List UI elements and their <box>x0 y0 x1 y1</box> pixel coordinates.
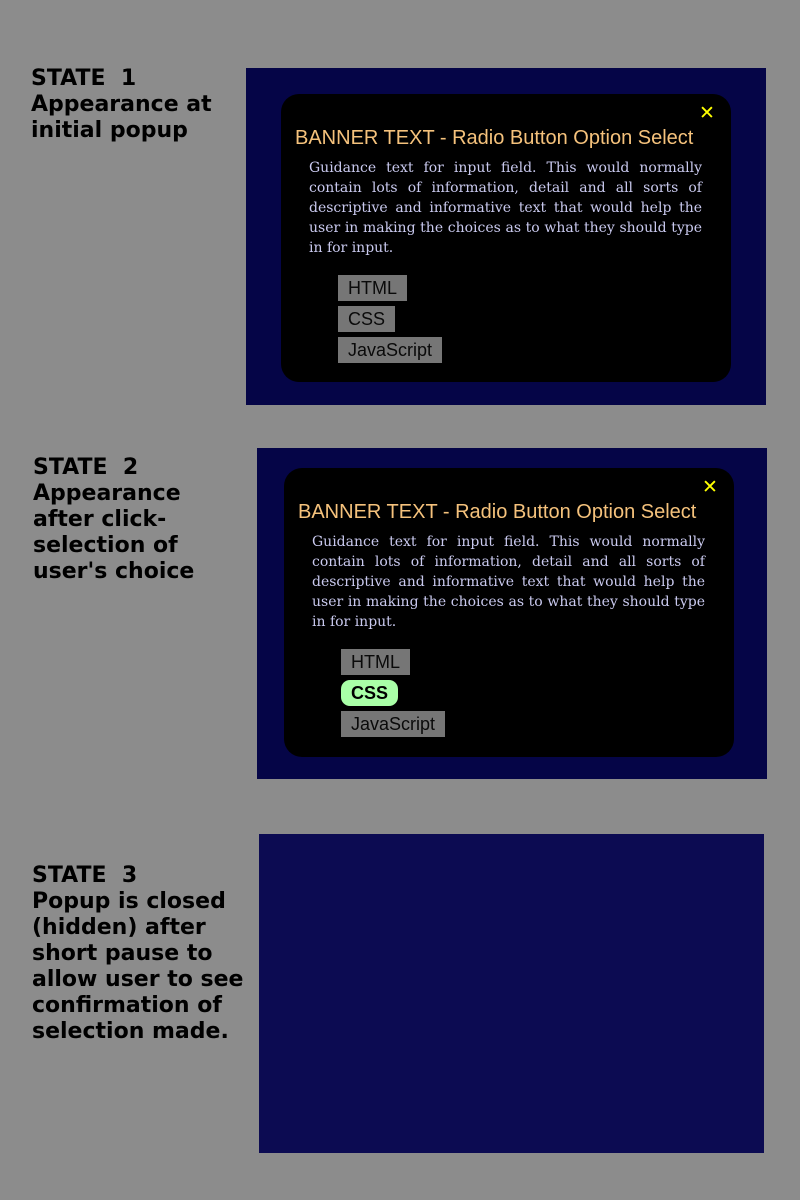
guidance-text: Guidance text for input field. This woul… <box>309 160 702 256</box>
state-2-screen: ✕ BANNER TEXT - Radio Button Option Sele… <box>257 448 767 779</box>
option-html[interactable]: HTML <box>338 275 407 301</box>
option-javascript[interactable]: JavaScript <box>341 711 446 737</box>
state-3-screen <box>259 834 764 1153</box>
option-html[interactable]: HTML <box>341 649 410 675</box>
radio-option-group: HTML CSS JavaScript <box>338 275 443 368</box>
state-description: Appearance at initial popup <box>31 92 212 143</box>
popup-dialog: ✕ BANNER TEXT - Radio Button Option Sele… <box>281 94 731 382</box>
option-css[interactable]: CSS <box>338 306 396 332</box>
radio-option-group: HTML CSS JavaScript <box>341 649 446 742</box>
close-icon[interactable]: ✕ <box>697 103 717 123</box>
banner-title: BANNER TEXT - Radio Button Option Select <box>295 127 694 149</box>
state-heading: STATE 3 <box>32 863 138 888</box>
state-heading: STATE 2 <box>33 455 139 480</box>
state-1-caption: STATE 1 Appearance at initial popup <box>31 66 231 144</box>
state-3-caption: STATE 3 Popup is closed (hidden) after s… <box>32 863 257 1045</box>
popup-dialog: ✕ BANNER TEXT - Radio Button Option Sele… <box>284 468 734 757</box>
guidance-text: Guidance text for input field. This woul… <box>312 534 705 630</box>
state-2-caption: STATE 2 Appearance after click-selection… <box>33 455 238 585</box>
close-icon[interactable]: ✕ <box>700 477 720 497</box>
state-description: Popup is closed (hidden) after short pau… <box>32 889 244 1044</box>
state-heading: STATE 1 <box>31 66 137 91</box>
banner-title: BANNER TEXT - Radio Button Option Select <box>298 501 697 523</box>
option-javascript[interactable]: JavaScript <box>338 337 443 363</box>
state-description: Appearance after click-selection of user… <box>33 481 195 584</box>
option-css-selected[interactable]: CSS <box>341 680 399 706</box>
state-1-screen: ✕ BANNER TEXT - Radio Button Option Sele… <box>246 68 766 405</box>
